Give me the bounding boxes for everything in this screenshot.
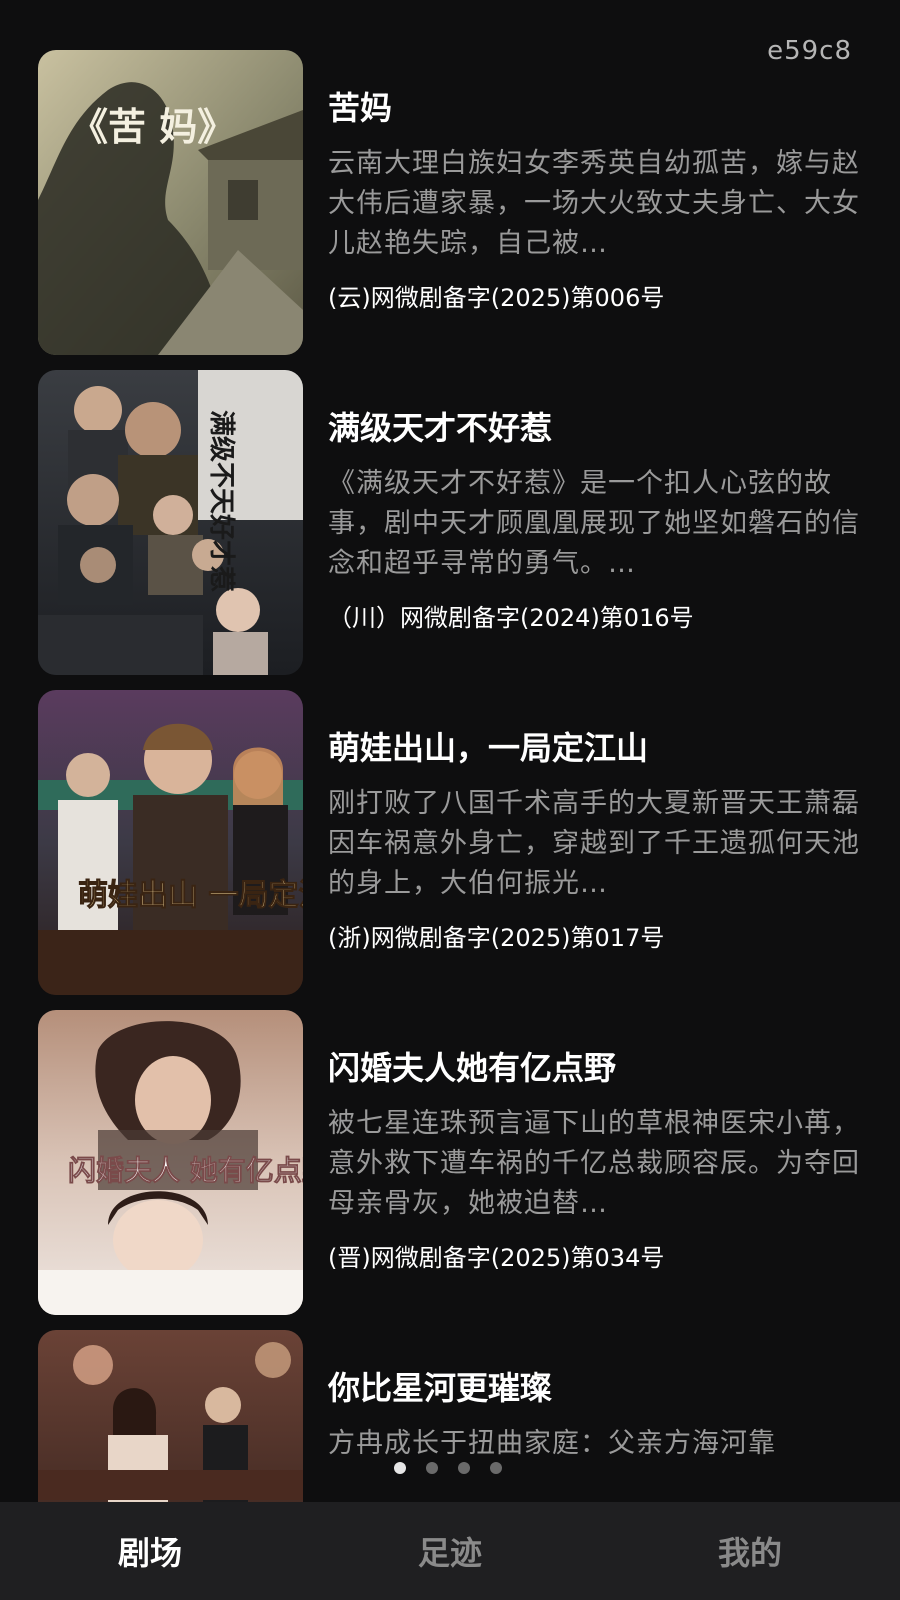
drama-info: 苦妈 云南大理白族妇女李秀英自幼孤苦，嫁与赵大伟后遭家暴，一场大火致丈夫身亡、大… [328,88,868,314]
drama-description: 《满级天才不好惹》是一个扣人心弦的故事，剧中天才顾凰凰展现了她坚如磐石的信念和超… [328,468,860,579]
drama-info: 你比星河更璀璨 方冉成长于扭曲家庭：父亲方海河靠 [328,1368,868,1502]
drama-title[interactable]: 你比星河更璀璨 [328,1368,868,1408]
carousel-indicator [394,1462,502,1474]
list-item[interactable]: 萌娃出山 一局定江山 萌娃出山，一局定江山 刚打败了八国千术高手的大夏新晋天王萧… [38,690,868,995]
poster-title-text: 满级不天好才惹 [206,410,237,592]
tab-mine[interactable]: 我的 [600,1502,900,1600]
drama-info: 闪婚夫人她有亿点野 被七星连珠预言逼下山的草根神医宋小苒，意外救下遭车祸的千亿总… [328,1048,868,1274]
carousel-dot[interactable] [458,1462,470,1474]
carousel-dot[interactable] [394,1462,406,1474]
tab-history[interactable]: 足迹 [300,1502,600,1600]
drama-license: （川）网微剧备字(2024)第016号 [328,604,694,632]
list-item[interactable]: 你比星河更璀璨 方冉成长于扭曲家庭：父亲方海河靠 [38,1330,868,1502]
list-item[interactable]: 闪婚夫人 她有亿点野 闪婚夫人她有亿点野 被七星连珠预言逼下山的草根神医宋小苒，… [38,1010,868,1315]
app-screen: e59c8 《苦 妈》 苦妈 云南大理白族妇女李秀英自幼孤苦，嫁与赵大伟后遭家暴… [0,0,900,1600]
drama-info: 满级天才不好惹 《满级天才不好惹》是一个扣人心弦的故事，剧中天才顾凰凰展现了她坚… [328,408,868,634]
drama-title[interactable]: 苦妈 [328,88,868,128]
carousel-dot[interactable] [490,1462,502,1474]
drama-info: 萌娃出山，一局定江山 刚打败了八国千术高手的大夏新晋天王萧磊因车祸意外身亡，穿越… [328,728,868,954]
drama-description: 被七星连珠预言逼下山的草根神医宋小苒，意外救下遭车祸的千亿总裁顾容辰。为夺回母亲… [328,1108,860,1219]
drama-description: 刚打败了八国千术高手的大夏新晋天王萧磊因车祸意外身亡，穿越到了千王遗孤何天池的身… [328,788,860,899]
drama-title[interactable]: 闪婚夫人她有亿点野 [328,1048,868,1088]
drama-license: (浙)网微剧备字(2025)第017号 [328,924,665,952]
drama-title[interactable]: 萌娃出山，一局定江山 [328,728,868,768]
poster-title-text: 闪婚夫人 她有亿点野 [68,1154,303,1187]
carousel-dot[interactable] [426,1462,438,1474]
drama-title[interactable]: 满级天才不好惹 [328,408,868,448]
tab-theater[interactable]: 剧场 [0,1502,300,1600]
drama-license: (云)网微剧备字(2025)第006号 [328,284,665,312]
drama-poster[interactable] [38,1330,303,1502]
list-item[interactable]: 《苦 妈》 苦妈 云南大理白族妇女李秀英自幼孤苦，嫁与赵大伟后遭家暴，一场大火致… [38,50,868,355]
poster-title-text: 萌娃出山 一局定江山 [78,878,303,913]
drama-poster[interactable]: 《苦 妈》 [38,50,303,355]
list-item[interactable]: 满级不天好才惹 满级天才不好惹 《满级天才不好惹》是一个扣人心弦的故事，剧中天才… [38,370,868,675]
bottom-tab-bar: 剧场 足迹 我的 [0,1502,900,1600]
drama-poster[interactable]: 满级不天好才惹 [38,370,303,675]
drama-description: 云南大理白族妇女李秀英自幼孤苦，嫁与赵大伟后遭家暴，一场大火致丈夫身亡、大女儿赵… [328,148,860,259]
poster-title-text: 《苦 妈》 [70,104,235,149]
drama-poster[interactable]: 闪婚夫人 她有亿点野 [38,1010,303,1315]
drama-poster[interactable]: 萌娃出山 一局定江山 [38,690,303,995]
drama-license: (晋)网微剧备字(2025)第034号 [328,1244,665,1272]
